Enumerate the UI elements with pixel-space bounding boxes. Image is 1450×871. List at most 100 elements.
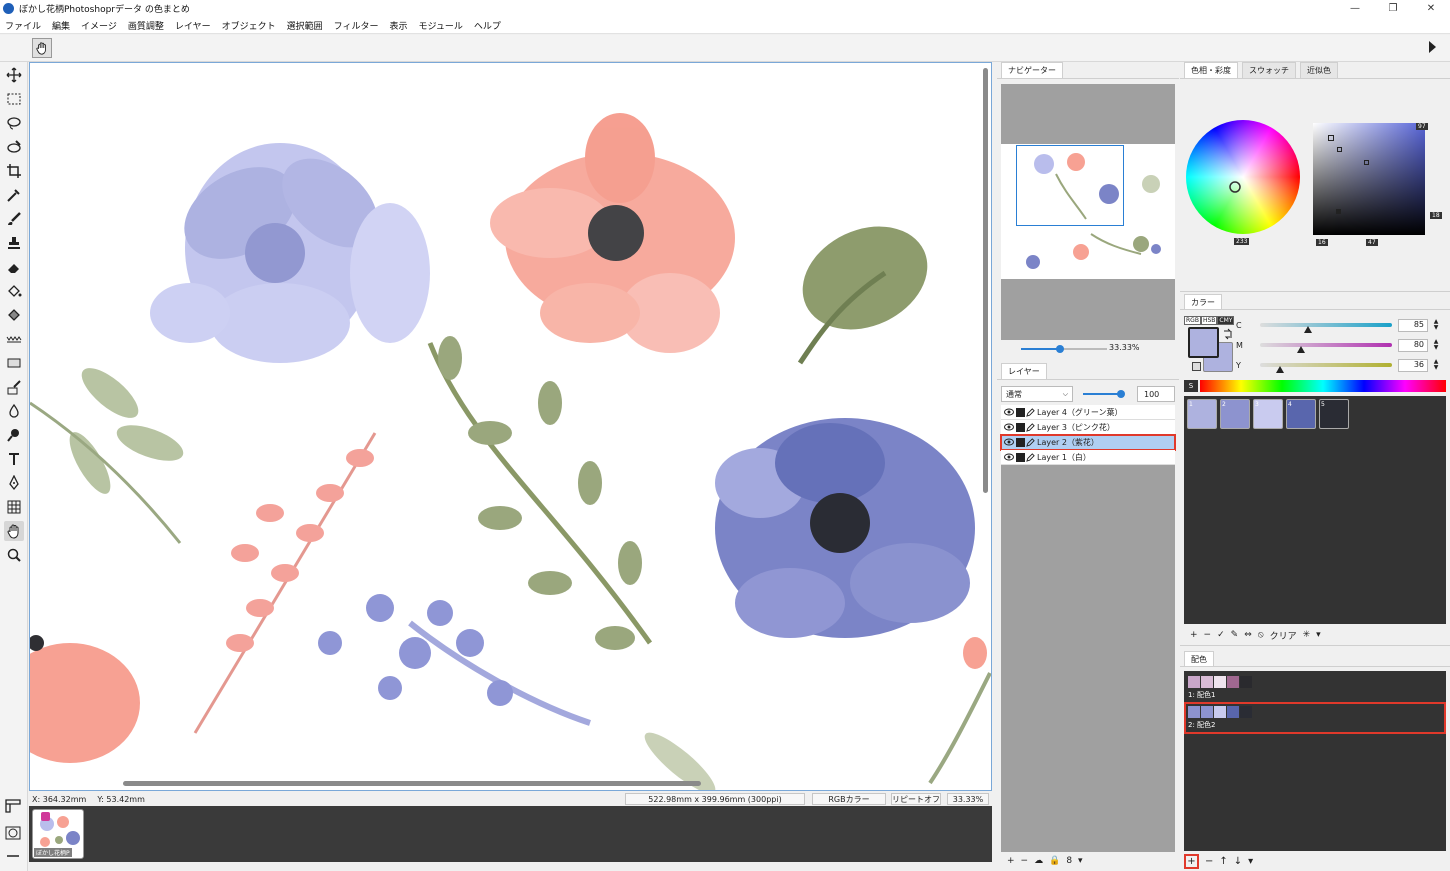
auto-select-tool[interactable] (4, 137, 24, 157)
layer-row-1[interactable]: Layer 1（白） (1001, 450, 1175, 465)
swap-colors-icon[interactable] (1222, 328, 1234, 340)
color-scheme-menu-button[interactable]: ▾ (1248, 856, 1253, 867)
panel-collapse-arrow-icon[interactable] (1429, 41, 1436, 53)
slider-c-handle[interactable] (1303, 326, 1312, 333)
rect-shape-tool[interactable] (4, 353, 24, 373)
layer-lock-icon[interactable] (1016, 437, 1025, 447)
hue-marker-icon[interactable] (1228, 180, 1242, 194)
swatch-2[interactable]: 2 (1220, 399, 1250, 429)
slider-m-track[interactable] (1260, 343, 1392, 347)
menu-file[interactable]: ファイル (5, 19, 41, 32)
crop-tool[interactable] (4, 161, 24, 181)
swatch-3[interactable]: 3 (1253, 399, 1283, 429)
quick-mask-icon[interactable] (4, 825, 22, 841)
canvas-vertical-scrollbar[interactable] (983, 68, 988, 493)
hand-tool[interactable] (4, 521, 24, 541)
layer-opacity-input[interactable]: 100 (1137, 386, 1175, 402)
slider-m[interactable]: M 80 ▲ ▼ (1236, 339, 1446, 353)
fill-tool[interactable] (4, 281, 24, 301)
tab-swatch[interactable]: スウォッチ (1242, 62, 1296, 78)
layer-row-4[interactable]: Layer 4（グリーン葉） (1001, 405, 1175, 420)
slider-y-input[interactable]: 36 (1398, 359, 1428, 372)
color-mode-button[interactable]: RGBカラー (812, 793, 886, 805)
slider-m-input[interactable]: 80 (1398, 339, 1428, 352)
menu-view[interactable]: 表示 (389, 19, 407, 32)
pencil-icon[interactable] (1026, 407, 1035, 417)
slider-m-spinner[interactable]: ▲ ▼ (1431, 339, 1441, 352)
blend-mode-select[interactable]: 通常 ⌵ (1001, 386, 1073, 402)
tab-layers[interactable]: レイヤー (1001, 363, 1047, 379)
restore-button[interactable]: ❐ (1374, 0, 1412, 17)
apply-swatch-button[interactable]: ✓ (1217, 630, 1225, 640)
rect-select-tool[interactable] (4, 89, 24, 109)
menu-adjust[interactable]: 画質調整 (128, 19, 164, 32)
brush-setting-tool[interactable] (4, 377, 24, 397)
blur-tool[interactable] (4, 401, 24, 421)
color-scheme-row-2[interactable]: 2: 配色2 (1184, 702, 1446, 734)
pen-tool[interactable] (4, 473, 24, 493)
mode-rgb[interactable]: RGB (1184, 316, 1201, 325)
layer-lock-icon[interactable] (1016, 452, 1025, 462)
add-swatch-button[interactable]: + (1190, 630, 1198, 640)
zoom-level[interactable]: 33.33% (947, 793, 989, 805)
zoom-tool[interactable] (4, 545, 24, 565)
color-panel-title[interactable]: カラー (1184, 294, 1222, 310)
swatch-5[interactable]: 5 (1319, 399, 1349, 429)
document-canvas[interactable] (29, 62, 992, 791)
swap-swatch-button[interactable]: ⇔ (1244, 630, 1252, 640)
move-scheme-down-button[interactable]: ↓ (1234, 856, 1242, 867)
stamp-tool[interactable] (4, 233, 24, 253)
color-spectrum-bar[interactable] (1200, 380, 1446, 392)
pencil-icon[interactable] (1026, 452, 1035, 462)
menu-filter[interactable]: フィルター (334, 19, 379, 32)
tab-similar-colors[interactable]: 近似色 (1300, 62, 1338, 78)
mode-hsb[interactable]: HSB (1200, 316, 1218, 325)
eye-icon[interactable] (1004, 408, 1014, 416)
add-layer-button[interactable]: + (1007, 856, 1015, 866)
ruler-icon[interactable] (4, 798, 22, 814)
swatch-1[interactable]: 1 (1187, 399, 1217, 429)
lasso-tool[interactable] (4, 113, 24, 133)
text-tool[interactable] (4, 449, 24, 469)
hand-tool-option-button[interactable] (32, 38, 52, 58)
navigator-zoom-knob[interactable] (1055, 345, 1064, 353)
eye-icon[interactable] (1004, 453, 1014, 461)
clear-swatch-button[interactable]: クリア (1270, 629, 1297, 642)
move-scheme-up-button[interactable]: ↑ (1219, 856, 1227, 867)
gradient-fill-tool[interactable] (4, 305, 24, 325)
lock-layer-button[interactable]: 🔒 (1049, 856, 1060, 866)
tab-navigator[interactable]: ナビゲーター (1001, 62, 1063, 78)
hue-wheel[interactable] (1186, 120, 1300, 234)
swatch-4[interactable]: 4 (1286, 399, 1316, 429)
layer-row-3[interactable]: Layer 3（ピンク花） (1001, 420, 1175, 435)
eyedropper-tool[interactable] (4, 185, 24, 205)
slider-y-handle[interactable] (1275, 366, 1284, 373)
reset-colors-icon[interactable] (1192, 362, 1201, 371)
layer-lock-icon[interactable] (1016, 407, 1025, 417)
layer-mask-button[interactable]: ☁ (1034, 856, 1043, 866)
slider-y[interactable]: Y 36 ▲ ▼ (1236, 359, 1446, 373)
swatch-menu-button[interactable]: ▾ (1316, 630, 1321, 640)
move-tool[interactable] (4, 65, 24, 85)
navigator-preview[interactable] (1001, 84, 1175, 340)
grid-tool[interactable] (4, 497, 24, 517)
layer-row-2[interactable]: Layer 2（紫花） (1000, 434, 1176, 451)
eye-icon[interactable] (1004, 423, 1014, 431)
disable-swatch-button[interactable]: ⦸ (1258, 630, 1264, 640)
slider-m-handle[interactable] (1296, 346, 1305, 353)
tab-hue-saturation[interactable]: 色相・彩度 (1184, 62, 1238, 78)
pencil-icon[interactable] (1026, 437, 1035, 447)
remove-color-scheme-button[interactable]: − (1205, 856, 1213, 867)
slider-c[interactable]: C 85 ▲ ▼ (1236, 319, 1446, 333)
color-scheme-row-1[interactable]: 1: 配色1 (1186, 674, 1444, 702)
canvas-horizontal-scrollbar[interactable] (123, 781, 701, 786)
haishoku-title[interactable]: 配色 (1184, 651, 1214, 667)
eye-icon[interactable] (1004, 438, 1014, 446)
repeat-button[interactable]: リピートオフ (891, 793, 941, 805)
layer-lock-icon[interactable] (1016, 422, 1025, 432)
add-color-scheme-button[interactable]: + (1184, 853, 1199, 869)
dodge-tool[interactable] (4, 425, 24, 445)
swatch-settings-button[interactable]: ✳ (1303, 630, 1311, 640)
screen-mode-icon[interactable] (4, 852, 22, 860)
slider-c-input[interactable]: 85 (1398, 319, 1428, 332)
